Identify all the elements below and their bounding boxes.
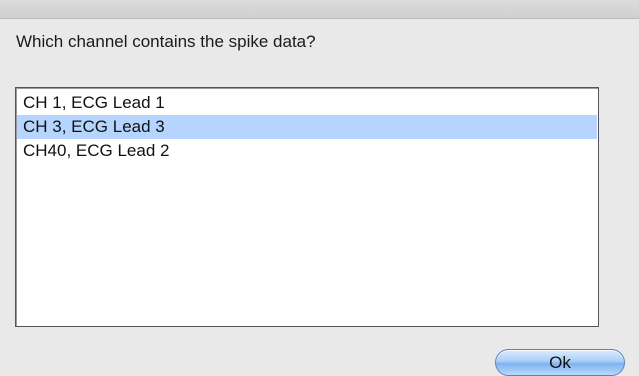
channel-list-item-selected[interactable]: CH 3, ECG Lead 3	[17, 115, 597, 139]
dialog-prompt: Which channel contains the spike data?	[16, 32, 316, 51]
channel-list-item[interactable]: CH 1, ECG Lead 1	[17, 91, 597, 115]
channel-list-item[interactable]: CH40, ECG Lead 2	[17, 139, 597, 163]
channel-list[interactable]: CH 1, ECG Lead 1 CH 3, ECG Lead 3 CH40, …	[15, 87, 599, 327]
window-title-bar[interactable]	[0, 0, 639, 19]
ok-button[interactable]: Ok	[495, 349, 625, 376]
